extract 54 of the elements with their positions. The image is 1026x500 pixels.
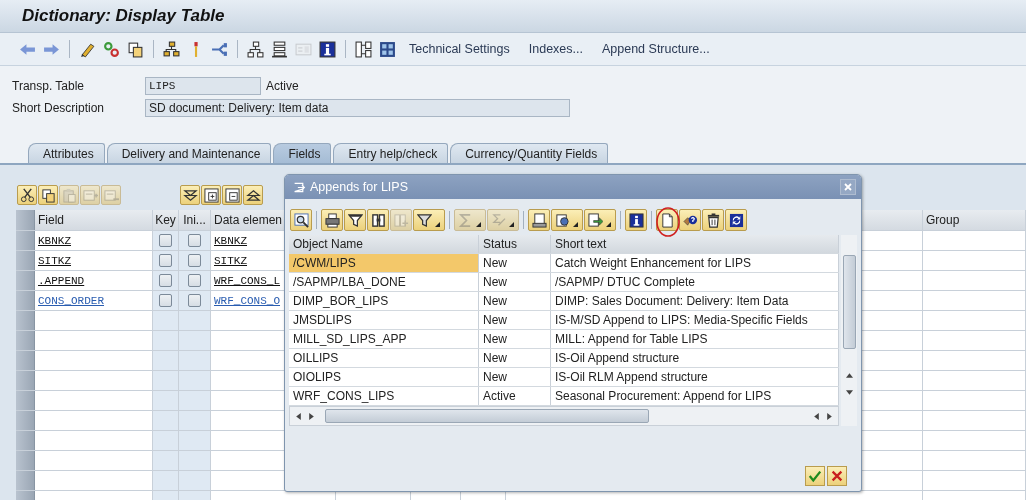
field-name-link[interactable]: SITKZ <box>38 254 71 267</box>
table-name-field[interactable]: LIPS <box>145 77 261 95</box>
table-cell: Seasonal Procurement: Append for LIPS <box>551 387 839 405</box>
table-cell: /SAPMP/ DTUC Complete <box>551 273 839 291</box>
column-header: Ini... <box>179 210 211 230</box>
field-label: Transp. Table <box>11 79 86 93</box>
table-cell: IS-Oil Append structure <box>551 349 839 367</box>
table-cell: New <box>479 254 551 272</box>
tab[interactable]: Attributes <box>28 143 105 163</box>
table-cell: Catch Weight Enhancement for LIPS <box>551 254 839 272</box>
dialog-title: Appends for LIPS <box>310 180 409 194</box>
table-cell[interactable]: OILLIPS <box>289 349 479 367</box>
column-header: Field <box>35 210 153 230</box>
table-cell: New <box>479 273 551 291</box>
toolbar-button[interactable]: Technical Settings <box>402 42 517 56</box>
tab[interactable]: Delivery and Maintenance <box>106 143 272 163</box>
description-field[interactable]: SD document: Delivery: Item data <box>145 99 570 117</box>
column-header: Object Name <box>289 235 479 253</box>
table-cell: New <box>479 311 551 329</box>
data-element-link[interactable]: WRF_CONS_O <box>214 294 280 307</box>
field-name-link[interactable]: KBNKZ <box>38 234 71 247</box>
field-name-link[interactable]: .APPEND <box>38 274 85 287</box>
toolbar-button[interactable]: Indexes... <box>521 42 590 56</box>
table-cell: Active <box>479 387 551 405</box>
table-cell[interactable]: WRF_CONS_LIPS <box>289 387 479 405</box>
table-cell: IS-M/SD Append to LIPS: Media-Specific Fields <box>551 311 839 329</box>
data-element-link[interactable]: WRF_CONS_L <box>214 274 280 287</box>
table-cell: DIMP: Sales Document: Delivery: Item Data <box>551 292 839 310</box>
column-header: Key <box>153 210 179 230</box>
table-cell[interactable]: DIMP_BOR_LIPS <box>289 292 479 310</box>
column-header: Short text <box>551 235 839 253</box>
table-cell[interactable]: MILL_SD_LIPS_APP <box>289 330 479 348</box>
table-cell: New <box>479 368 551 386</box>
field-name-link[interactable]: CONS_ORDER <box>38 294 104 307</box>
data-element-link[interactable]: SITKZ <box>214 254 247 267</box>
table-cell[interactable]: JMSDLIPS <box>289 311 479 329</box>
tab[interactable]: Entry help/check <box>333 143 449 163</box>
table-cell[interactable]: OIOLIPS <box>289 368 479 386</box>
data-element-link[interactable]: KBNKZ <box>214 234 247 247</box>
window-title: Dictionary: Display Table <box>22 6 225 26</box>
status-text: Active <box>266 79 299 93</box>
toolbar-button[interactable]: Append Structure... <box>594 42 717 56</box>
table-cell[interactable]: /SAPMP/LBA_DONE <box>289 273 479 291</box>
table-cell: IS-Oil RLM Append structure <box>551 368 839 386</box>
column-header: Status <box>479 235 551 253</box>
field-label: Short Description <box>11 101 106 115</box>
column-header: Group <box>923 210 1026 230</box>
tab[interactable]: Fields <box>273 143 332 163</box>
table-cell: New <box>479 292 551 310</box>
table-cell: New <box>479 330 551 348</box>
tab[interactable]: Currency/Quantity Fields <box>450 143 609 163</box>
table-cell: New <box>479 349 551 367</box>
table-cell: MILL: Append for Table LIPS <box>551 330 839 348</box>
table-cell[interactable]: /CWM/LIPS <box>289 254 479 272</box>
